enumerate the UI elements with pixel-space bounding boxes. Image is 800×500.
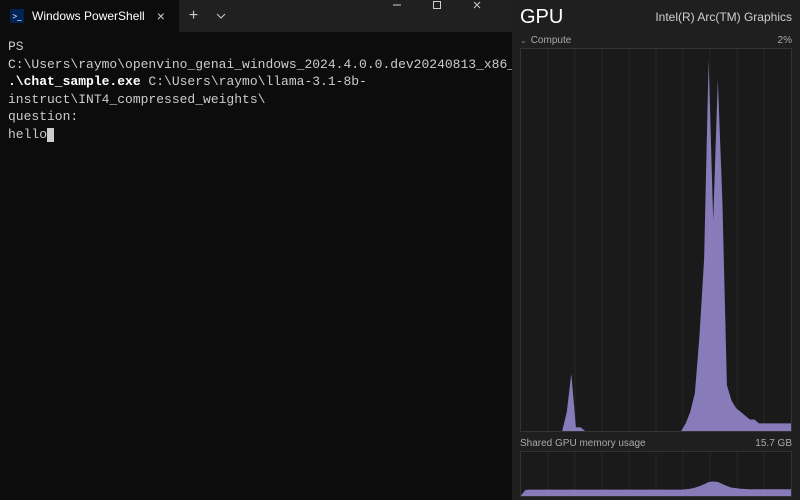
memory-chart xyxy=(520,451,792,497)
user-input: hello xyxy=(8,127,47,142)
window-titlebar[interactable]: >_ Windows PowerShell × + xyxy=(0,0,512,32)
compute-label: Compute xyxy=(531,35,572,46)
terminal-output[interactable]: PS C:\Users\raymo\openvino_genai_windows… xyxy=(0,32,512,500)
compute-chart xyxy=(520,48,792,432)
compute-percent: 2% xyxy=(778,35,792,46)
maximize-button[interactable] xyxy=(432,0,472,32)
gpu-panel: GPU Intel(R) Arc(TM) Graphics ⌄ Compute 2… xyxy=(512,0,800,500)
cursor-icon xyxy=(47,128,54,142)
powershell-icon: >_ xyxy=(10,9,24,23)
command-exec: .\chat_sample.exe xyxy=(8,74,141,89)
minimize-button[interactable] xyxy=(392,0,432,32)
question-prompt: question: xyxy=(8,109,78,124)
gpu-device-name: Intel(R) Arc(TM) Graphics xyxy=(655,6,792,24)
memory-value: 15.7 GB xyxy=(755,438,792,449)
gpu-title: GPU xyxy=(520,6,563,29)
terminal-window: >_ Windows PowerShell × + PS C:\Users\ra… xyxy=(0,0,512,500)
tab-powershell[interactable]: >_ Windows PowerShell × xyxy=(0,0,179,32)
compute-section-header[interactable]: ⌄ Compute 2% xyxy=(520,35,792,46)
chevron-down-icon: ⌄ xyxy=(520,36,527,45)
close-button[interactable] xyxy=(472,0,512,32)
memory-label: Shared GPU memory usage xyxy=(520,438,646,449)
tab-dropdown-icon[interactable] xyxy=(208,11,234,21)
close-icon[interactable]: × xyxy=(153,8,169,24)
tab-title: Windows PowerShell xyxy=(32,9,145,23)
tab-bar: >_ Windows PowerShell × + xyxy=(0,0,234,32)
gpu-header: GPU Intel(R) Arc(TM) Graphics xyxy=(520,6,792,29)
memory-section-header: Shared GPU memory usage 15.7 GB xyxy=(520,438,792,449)
new-tab-button[interactable]: + xyxy=(179,7,208,25)
window-controls xyxy=(392,0,512,32)
